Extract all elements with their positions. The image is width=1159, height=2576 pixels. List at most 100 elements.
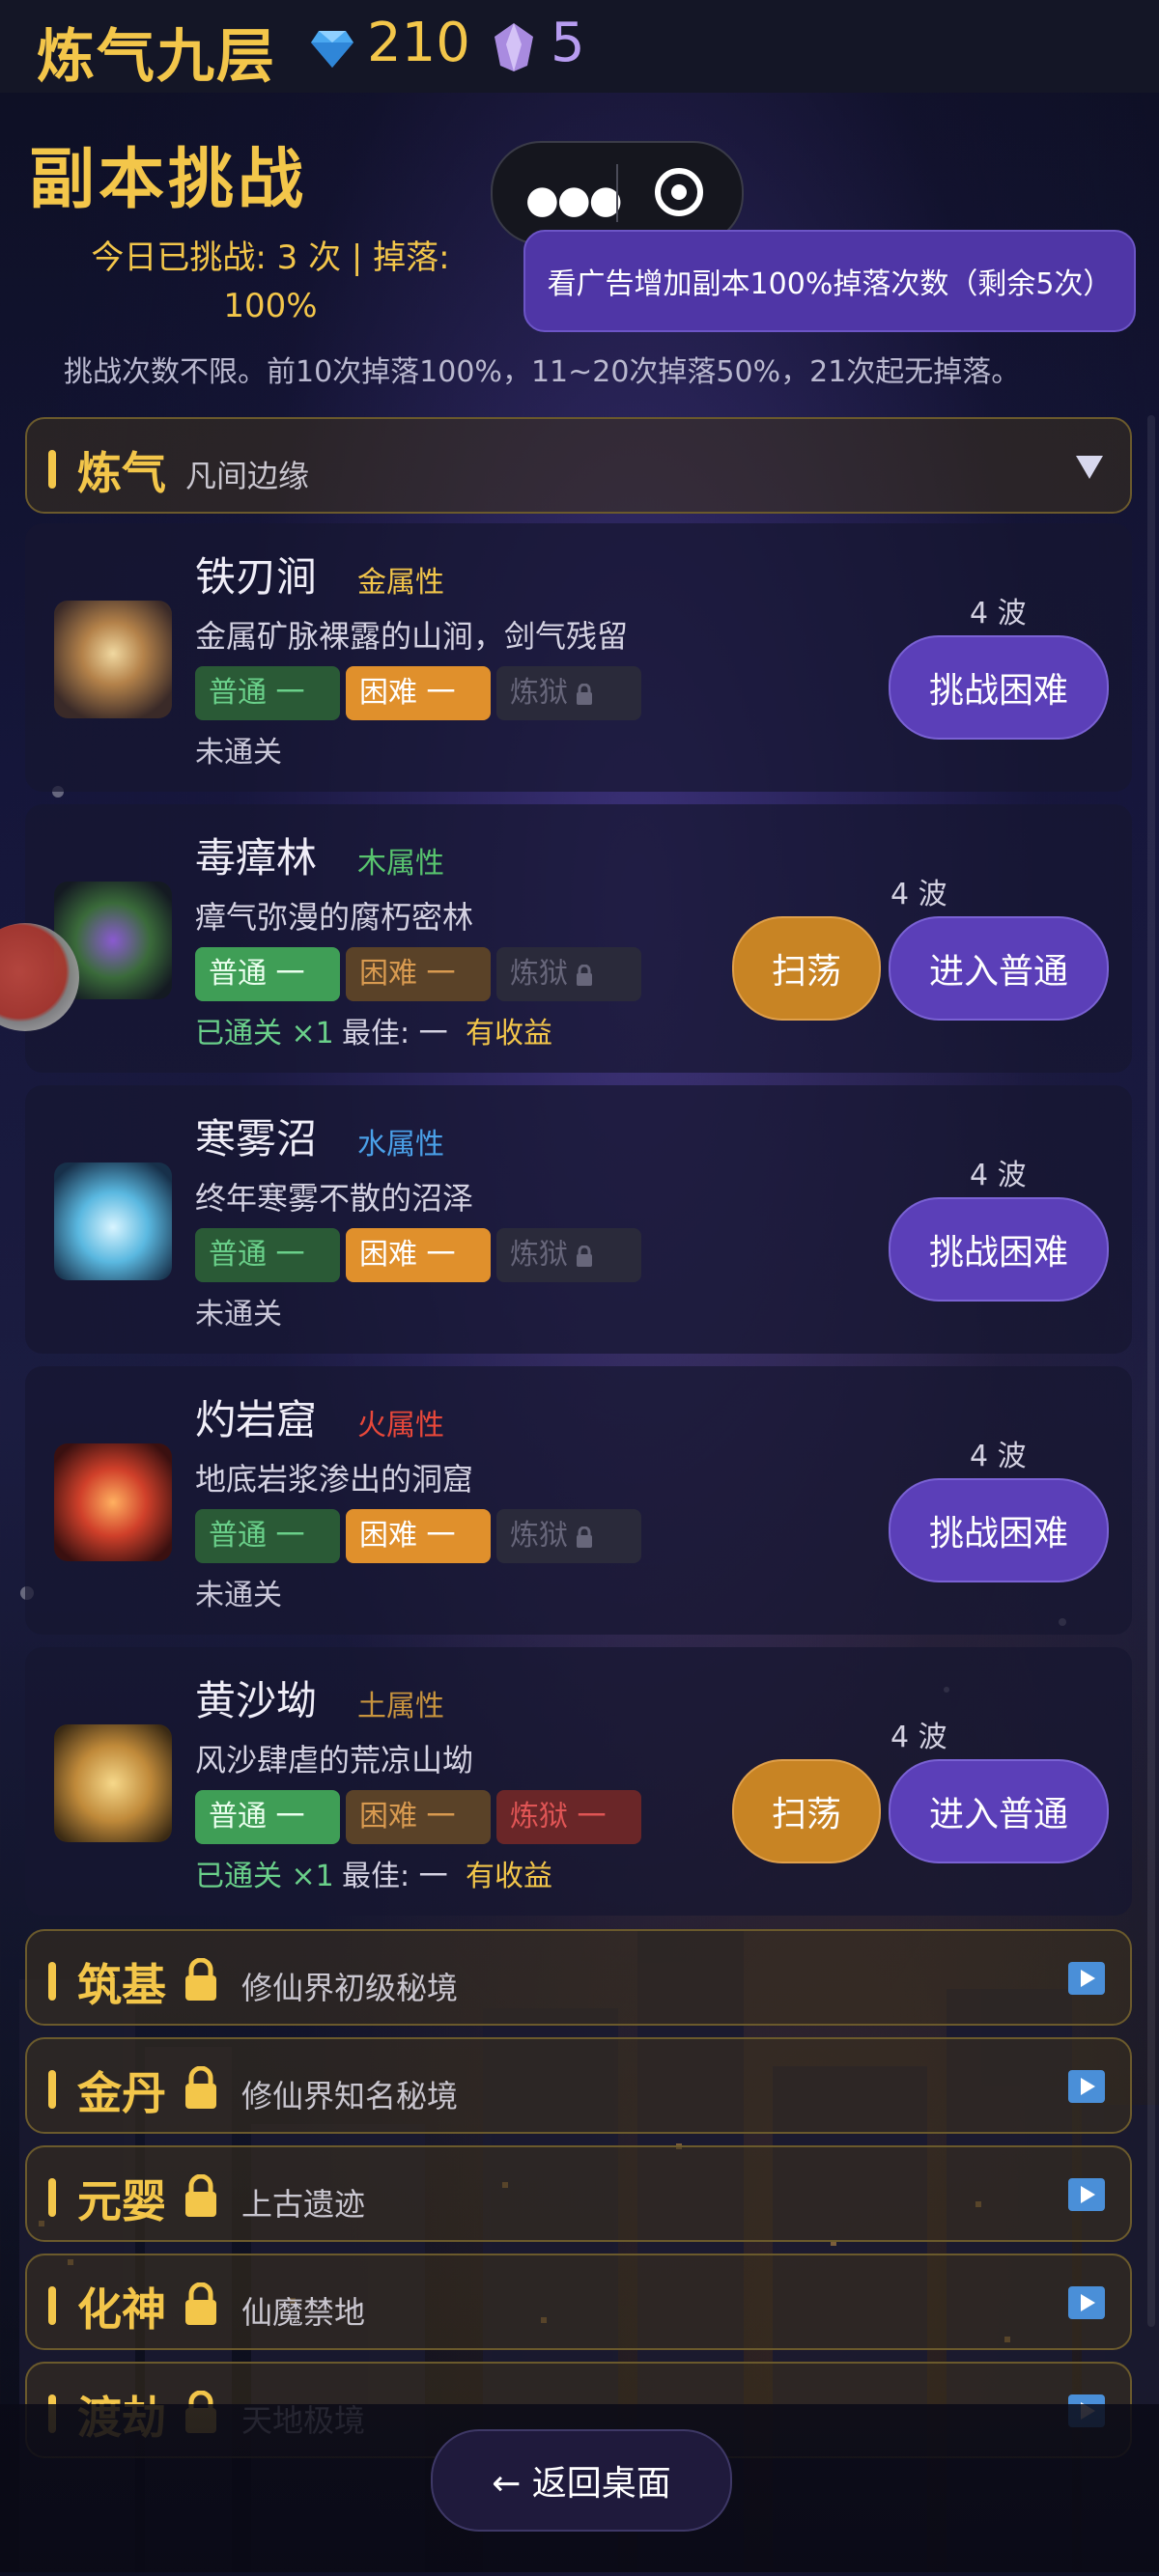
challenge-hard-button[interactable]: 挑战困难 (889, 1478, 1109, 1582)
category-subtitle: 修仙界知名秘境 (241, 2078, 459, 2114)
clear-status: 未通关 (195, 1579, 282, 1612)
difficulty-hell[interactable]: 炼狱 一 (496, 1790, 641, 1844)
sweep-button[interactable]: 扫荡 (732, 1759, 881, 1863)
lock-icon (185, 2282, 216, 2325)
play-arrow-icon (1068, 2070, 1105, 2103)
gem-count: 210 (367, 12, 470, 74)
dungeon-card: 灼岩窟 火属性 地底岩浆渗出的洞窟 普通 一 困难 一 炼狱 未通关 4 波 挑… (25, 1366, 1132, 1635)
clear-status: 已通关 ×1 (195, 1017, 334, 1050)
hell-label: 炼狱 (510, 1519, 568, 1553)
difficulty-hell: 炼狱 (496, 947, 641, 1001)
category-accent-bar (48, 2178, 56, 2217)
today-challenge-stats: 今日已挑战: 3 次 | 掉落: 100% (91, 238, 450, 325)
dungeon-thumbnail (54, 1443, 172, 1561)
clear-status: 未通关 (195, 736, 282, 770)
dungeon-desc: 金属矿脉裸露的山涧，剑气残留 (195, 618, 629, 655)
wave-count: 4 波 (890, 1721, 947, 1754)
category-name: 炼气 (77, 447, 166, 499)
category-lianqi[interactable]: 炼气 凡间边缘 (25, 417, 1132, 514)
category-subtitle: 仙魔禁地 (241, 2294, 366, 2331)
difficulty-hard[interactable]: 困难 一 (346, 666, 491, 720)
element-tag: 木属性 (357, 847, 444, 881)
category-name: 筑基 (77, 1959, 166, 2011)
wave-count: 4 波 (890, 878, 947, 911)
dungeon-desc: 风沙肆虐的荒凉山坳 (195, 1742, 474, 1778)
clear-status: 未通关 (195, 1298, 282, 1331)
dungeon-thumbnail (54, 1724, 172, 1842)
lock-icon (577, 1246, 592, 1267)
enter-normal-button[interactable]: 进入普通 (889, 1759, 1109, 1863)
chevron-down-icon (1076, 456, 1103, 479)
difficulty-hell: 炼狱 (496, 666, 641, 720)
drop-rule-text: 挑战次数不限。前10次掉落100%，11~20次掉落50%，21次起无掉落。 (64, 355, 1021, 389)
hell-label: 炼狱 (510, 1238, 568, 1272)
category-subtitle: 上古遗迹 (241, 2186, 366, 2223)
dungeon-name: 灼岩窟 (195, 1396, 318, 1443)
challenge-hard-button[interactable]: 挑战困难 (889, 635, 1109, 740)
lock-icon (185, 2174, 216, 2217)
crystal-count: 5 (551, 12, 585, 74)
category-accent-bar (48, 2070, 56, 2109)
category-subtitle: 修仙界初级秘境 (241, 1970, 459, 2006)
element-tag: 火属性 (357, 1409, 444, 1442)
wave-count: 4 波 (970, 1159, 1027, 1192)
element-tag: 金属性 (357, 566, 444, 600)
difficulty-normal[interactable]: 普通 一 (195, 1790, 340, 1844)
dungeon-desc: 终年寒雾不散的沼泽 (195, 1180, 474, 1217)
wave-count: 4 波 (970, 1440, 1027, 1473)
diamond-icon (311, 31, 353, 68)
scrollbar[interactable] (1147, 415, 1155, 2327)
dungeon-card: 寒雾沼 水属性 终年寒雾不散的沼泽 普通 一 困难 一 炼狱 未通关 4 波 挑… (25, 1085, 1132, 1354)
difficulty-hard[interactable]: 困难 一 (346, 1509, 491, 1563)
category-name: 元婴 (77, 2175, 166, 2227)
difficulty-normal[interactable]: 普通 一 (195, 1228, 340, 1282)
challenge-hard-button[interactable]: 挑战困难 (889, 1197, 1109, 1302)
category-yuanying[interactable]: 元婴 上古遗迹 (25, 2145, 1132, 2242)
profit-tag: 有收益 (466, 1860, 552, 1893)
category-accent-bar (48, 1962, 56, 2001)
dungeon-thumbnail (54, 1162, 172, 1280)
difficulty-hard[interactable]: 困难 一 (346, 1790, 491, 1844)
realm-level: 炼气九层 (37, 23, 276, 91)
difficulty-normal[interactable]: 普通 一 (195, 1509, 340, 1563)
more-dots-icon[interactable]: ●●● (525, 178, 623, 222)
enter-normal-button[interactable]: 进入普通 (889, 916, 1109, 1021)
status-bar: 炼气九层 210 5 (0, 0, 1159, 93)
category-accent-bar (48, 2286, 56, 2325)
lock-icon (577, 1526, 592, 1548)
difficulty-hell: 炼狱 (496, 1228, 641, 1282)
dungeon-name: 毒瘴林 (195, 834, 318, 882)
hell-label: 炼狱 (510, 957, 568, 991)
sweep-button[interactable]: 扫荡 (732, 916, 881, 1021)
difficulty-normal[interactable]: 普通 一 (195, 666, 340, 720)
dungeon-name: 黄沙坳 (195, 1677, 318, 1724)
dungeon-card: 铁刃涧 金属性 金属矿脉裸露的山涧，剑气残留 普通 一 困难 一 炼狱 未通关 … (25, 523, 1132, 792)
page-title: 副本挑战 (29, 142, 308, 218)
best-record: 最佳: 一 (342, 1017, 448, 1050)
watch-ad-button[interactable]: 看广告增加副本100%掉落次数（剩余5次） (523, 230, 1136, 332)
difficulty-hard[interactable]: 困难 一 (346, 947, 491, 1001)
lock-icon (577, 965, 592, 986)
category-subtitle: 凡间边缘 (185, 458, 310, 494)
category-huashen[interactable]: 化神 仙魔禁地 (25, 2254, 1132, 2350)
back-to-desktop-button[interactable]: ← 返回桌面 (431, 2429, 732, 2532)
element-tag: 水属性 (357, 1128, 444, 1162)
dungeon-name: 寒雾沼 (195, 1115, 318, 1162)
lock-icon (185, 2066, 216, 2109)
difficulty-normal[interactable]: 普通 一 (195, 947, 340, 1001)
difficulty-hard[interactable]: 困难 一 (346, 1228, 491, 1282)
play-arrow-icon (1068, 2178, 1105, 2211)
capsule-divider (616, 164, 618, 222)
category-jindan[interactable]: 金丹 修仙界知名秘境 (25, 2037, 1132, 2134)
dungeon-desc: 瘴气弥漫的腐朽密林 (195, 899, 474, 936)
category-zhuji[interactable]: 筑基 修仙界初级秘境 (25, 1929, 1132, 2026)
dungeon-name: 铁刃涧 (195, 553, 318, 601)
category-accent-bar (48, 450, 56, 489)
target-icon[interactable] (655, 168, 703, 216)
wave-count: 4 波 (970, 597, 1027, 630)
lock-icon (185, 1958, 216, 2001)
profit-tag: 有收益 (466, 1017, 552, 1050)
hell-label: 炼狱 (510, 676, 568, 710)
element-tag: 土属性 (357, 1690, 444, 1723)
best-record: 最佳: 一 (342, 1860, 448, 1893)
